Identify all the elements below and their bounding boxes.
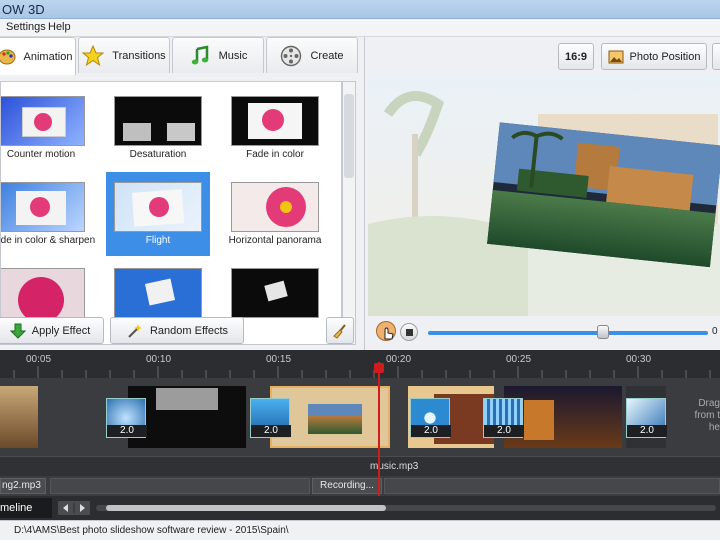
effect-thumbnail <box>114 268 202 318</box>
status-bar: D:\4\AMS\Best photo slideshow software r… <box>0 520 720 540</box>
playhead-line <box>378 362 380 496</box>
effect-thumbnail <box>1 96 85 146</box>
tick-label: 00:20 <box>386 354 412 365</box>
horizontal-scrollbar-thumb[interactable] <box>106 505 386 511</box>
ruler-ticks <box>13 366 711 378</box>
effect-counter-motion[interactable]: Counter motion <box>1 86 93 170</box>
voice-track: ng2.mp3 Recording... <box>0 476 720 496</box>
tab-transitions[interactable]: Transitions <box>78 37 170 73</box>
stop-icon <box>406 329 413 336</box>
tick-label: 00:05 <box>26 354 52 365</box>
photo-position-button[interactable]: Photo Position <box>601 43 707 70</box>
tab-create[interactable]: Create <box>266 37 358 73</box>
effect-thumbnail <box>1 268 85 318</box>
slide-preview <box>368 74 720 316</box>
effect-flight[interactable]: Flight <box>106 172 210 256</box>
horizontal-scrollbar[interactable] <box>96 505 716 511</box>
effect-horizontal-panorama[interactable]: Horizontal panorama <box>223 172 327 256</box>
scroll-buttons <box>58 501 90 515</box>
audio-file-clip[interactable]: ng2.mp3 <box>0 478 46 494</box>
effect-thumbnail <box>1 182 85 232</box>
transition-thumb[interactable]: 2.0 <box>250 398 291 438</box>
playback-slider-knob[interactable] <box>597 325 609 339</box>
broom-icon <box>333 323 346 339</box>
star-icon <box>82 44 105 66</box>
title-bar: OW 3D <box>0 0 720 19</box>
aspect-ratio-button[interactable]: 16:9 <box>558 43 594 70</box>
photo-icon <box>608 50 624 63</box>
slides-track: 2.0 2.0 2.0 2.0 2.0 Drag from t he <box>0 378 720 456</box>
tab-music[interactable]: Music <box>172 37 264 73</box>
transition-thumb[interactable]: 2.0 <box>410 398 451 438</box>
hand-cursor-icon <box>384 327 394 340</box>
effect-thumbnail <box>114 96 202 146</box>
playback-time: 0 <box>712 326 718 337</box>
drag-hint: Drag from t he <box>694 398 720 433</box>
palette-icon <box>0 49 16 64</box>
timeline-ruler[interactable]: 00:05 00:10 00:15 00:20 00:25 00:30 <box>0 350 720 378</box>
timeline-footer: meline <box>0 496 720 520</box>
effect-thumbnail <box>114 182 202 232</box>
empty-audio-region[interactable] <box>50 478 310 494</box>
scrollbar-thumb[interactable] <box>344 94 354 178</box>
effect-thumbnail <box>231 96 319 146</box>
menu-settings[interactable]: Settings <box>6 21 46 33</box>
effect-thumbnail <box>231 268 319 318</box>
random-effects-button[interactable]: Random Effects <box>110 317 244 344</box>
window-title: OW 3D <box>2 2 45 17</box>
transition-thumb[interactable]: 2.0 <box>626 398 667 438</box>
magic-wand-icon <box>128 323 142 338</box>
project-path: D:\4\AMS\Best photo slideshow software r… <box>14 525 289 536</box>
more-button[interactable] <box>712 43 720 70</box>
music-track[interactable]: music.mp3 <box>0 456 720 476</box>
menu-help[interactable]: Help <box>48 21 71 33</box>
down-arrow-icon <box>9 323 26 339</box>
music-note-icon <box>191 44 208 64</box>
tick-label: 00:15 <box>266 354 292 365</box>
playback-progress[interactable] <box>428 331 708 335</box>
tick-label: 00:25 <box>506 354 532 365</box>
tick-label: 00:30 <box>626 354 652 365</box>
film-reel-icon <box>281 45 302 66</box>
empty-audio-region[interactable] <box>384 478 720 494</box>
timeline-tab[interactable]: meline <box>0 498 52 518</box>
menu-bar: Settings Help <box>0 19 720 37</box>
apply-effect-button[interactable]: Apply Effect <box>0 317 104 344</box>
effect-fade-in-color[interactable]: Fade in color <box>223 86 327 170</box>
recording-clip[interactable]: Recording... <box>312 478 382 494</box>
stop-button[interactable] <box>400 323 418 341</box>
tick-label: 00:10 <box>146 354 172 365</box>
clear-effect-button[interactable] <box>326 317 354 344</box>
effect-desaturation[interactable]: Desaturation <box>106 86 210 170</box>
tab-animation[interactable]: Animation <box>0 37 76 75</box>
slide-clip[interactable] <box>0 386 38 448</box>
preview-image <box>368 74 720 316</box>
effect-thumbnail <box>231 182 319 232</box>
scroll-arrows-icon[interactable] <box>58 501 90 515</box>
transition-thumb[interactable]: 2.0 <box>483 398 524 438</box>
play-button[interactable] <box>376 321 396 341</box>
effects-grid: Counter motion Desaturation Fade in colo… <box>0 81 342 345</box>
transition-thumb[interactable]: 2.0 <box>106 398 147 438</box>
effect-fade-in-color-sharpen[interactable]: Fade in color & sharpen <box>1 172 95 256</box>
